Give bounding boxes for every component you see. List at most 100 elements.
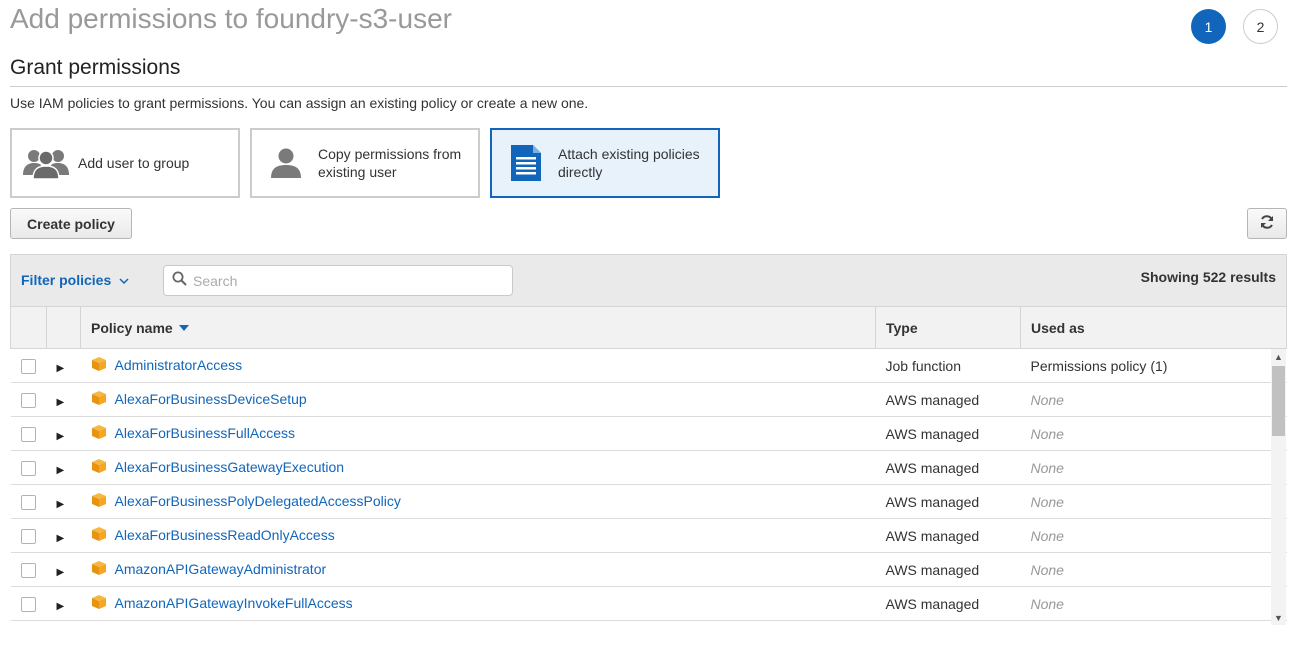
header-label: Type (886, 319, 918, 336)
section-divider (10, 86, 1287, 87)
create-policy-button[interactable]: Create policy (10, 208, 132, 239)
select-cell (10, 552, 47, 587)
table-row[interactable]: ▶ AlexaForBusinessReadOnlyAccess AWS manag… (10, 518, 1287, 553)
row-checkbox[interactable] (20, 562, 36, 578)
policy-used-as: None (1020, 382, 1287, 417)
policy-name-link[interactable]: AlexaForBusinessReadOnlyAccess (115, 527, 335, 543)
header-policy-name[interactable]: Policy name (80, 306, 876, 349)
table-row[interactable]: ▶ AmazonAPIGatewayAdministrator AWS manage… (10, 552, 1287, 587)
refresh-icon (1259, 214, 1275, 233)
header-type[interactable]: Type (875, 306, 1021, 349)
select-cell (10, 348, 47, 383)
wizard-steps: 1 2 (1191, 9, 1278, 44)
expand-cell: ▶ (46, 416, 81, 451)
policy-name-cell: AdministratorAccess (80, 348, 876, 383)
select-cell (10, 518, 47, 553)
chevron-down-icon (119, 272, 129, 288)
expand-arrow-icon[interactable]: ▶ (57, 601, 65, 612)
search-icon (172, 271, 187, 291)
policy-used-as: None (1020, 552, 1287, 587)
row-checkbox[interactable] (20, 494, 36, 510)
document-icon (502, 145, 550, 181)
policy-name-cell: AlexaForBusinessGatewayExecution (80, 450, 876, 485)
option-label: Attach existing policies directly (558, 146, 700, 180)
scroll-down-arrow-icon[interactable]: ▼ (1271, 610, 1286, 625)
policy-type: AWS managed (875, 552, 1021, 587)
row-checkbox[interactable] (20, 528, 36, 544)
table-row[interactable]: ▶ AlexaForBusinessPolyDelegatedAccessPoli… (10, 484, 1287, 519)
policy-name-link[interactable]: AlexaForBusinessPolyDelegatedAccessPolic… (115, 493, 401, 509)
table-row[interactable]: ▶ AlexaForBusinessGatewayExecution AWS man… (10, 450, 1287, 485)
expand-cell: ▶ (46, 382, 81, 417)
policy-used-as: None (1020, 416, 1287, 451)
filter-label: Filter policies (21, 272, 112, 288)
header-label: Policy name (91, 319, 173, 336)
policy-used-as: None (1020, 484, 1287, 519)
row-checkbox[interactable] (20, 460, 36, 476)
expand-arrow-icon[interactable]: ▶ (57, 363, 65, 374)
sort-descending-icon (178, 324, 189, 331)
policy-type: AWS managed (875, 450, 1021, 485)
header-used-as[interactable]: Used as (1020, 306, 1287, 349)
policy-type: AWS managed (875, 416, 1021, 451)
policy-name-cell: AlexaForBusinessFullAccess (80, 416, 876, 451)
table-row[interactable]: ▶ AdministratorAccess Job function Permissi… (10, 348, 1287, 383)
select-cell (10, 450, 47, 485)
policy-table-container: Policy name Type Used as ▶ AdministratorA… (10, 306, 1287, 621)
policy-used-as: None (1020, 518, 1287, 553)
option-label: Copy permissions from existing user (318, 146, 462, 180)
step-1-indicator: 1 (1191, 9, 1226, 44)
policy-type: AWS managed (875, 484, 1021, 519)
expand-cell: ▶ (46, 518, 81, 553)
policy-rows: ▶ AdministratorAccess Job function Permissi… (10, 348, 1287, 621)
expand-arrow-icon[interactable]: ▶ (57, 533, 65, 544)
policy-name-cell: AlexaForBusinessReadOnlyAccess (80, 518, 876, 553)
expand-arrow-icon[interactable]: ▶ (57, 499, 65, 510)
table-row[interactable]: ▶ AmazonAPIGatewayInvokeFullAccess AWS man… (10, 586, 1287, 621)
select-cell (10, 484, 47, 519)
row-checkbox[interactable] (20, 426, 36, 442)
policy-name-link[interactable]: AlexaForBusinessGatewayExecution (115, 459, 345, 475)
policy-type: Job function (875, 348, 1021, 383)
aws-cube-icon (91, 458, 107, 477)
refresh-button[interactable] (1247, 208, 1287, 239)
scroll-up-arrow-icon[interactable]: ▲ (1271, 349, 1286, 364)
policy-name-cell: AlexaForBusinessDeviceSetup (80, 382, 876, 417)
policy-name-link[interactable]: AdministratorAccess (115, 357, 243, 373)
expand-cell: ▶ (46, 348, 81, 383)
policy-name-cell: AmazonAPIGatewayInvokeFullAccess (80, 586, 876, 621)
aws-cube-icon (91, 526, 107, 545)
scroll-thumb[interactable] (1272, 366, 1285, 436)
table-scrollbar[interactable]: ▲ ▼ (1271, 349, 1286, 625)
aws-cube-icon (91, 390, 107, 409)
option-attach-policies[interactable]: Attach existing policies directly (490, 128, 720, 198)
policy-name-link[interactable]: AlexaForBusinessDeviceSetup (115, 391, 307, 407)
row-checkbox[interactable] (20, 596, 36, 612)
policy-used-as: None (1020, 586, 1287, 621)
option-copy-permissions[interactable]: Copy permissions from existing user (250, 128, 480, 198)
expand-arrow-icon[interactable]: ▶ (57, 567, 65, 578)
table-row[interactable]: ▶ AlexaForBusinessDeviceSetup AWS managed N… (10, 382, 1287, 417)
expand-arrow-icon[interactable]: ▶ (57, 465, 65, 476)
aws-cube-icon (91, 492, 107, 511)
grant-options: Add user to group Copy permissions from … (10, 128, 720, 198)
expand-arrow-icon[interactable]: ▶ (57, 397, 65, 408)
aws-cube-icon (91, 594, 107, 613)
policy-type: AWS managed (875, 382, 1021, 417)
option-add-user-to-group[interactable]: Add user to group (10, 128, 240, 198)
aws-cube-icon (91, 424, 107, 443)
search-input[interactable] (193, 272, 493, 289)
row-checkbox[interactable] (20, 392, 36, 408)
filter-policies-dropdown[interactable]: Filter policies (21, 272, 129, 288)
policy-name-link[interactable]: AmazonAPIGatewayAdministrator (115, 561, 327, 577)
expand-arrow-icon[interactable]: ▶ (57, 431, 65, 442)
option-label: Add user to group (78, 155, 190, 171)
header-label: Used as (1031, 319, 1085, 336)
expand-cell: ▶ (46, 586, 81, 621)
row-checkbox[interactable] (20, 358, 36, 374)
select-cell (10, 586, 47, 621)
policy-name-link[interactable]: AmazonAPIGatewayInvokeFullAccess (115, 595, 353, 611)
table-row[interactable]: ▶ AlexaForBusinessFullAccess AWS managed No… (10, 416, 1287, 451)
policy-name-link[interactable]: AlexaForBusinessFullAccess (115, 425, 296, 441)
header-select (10, 306, 47, 349)
